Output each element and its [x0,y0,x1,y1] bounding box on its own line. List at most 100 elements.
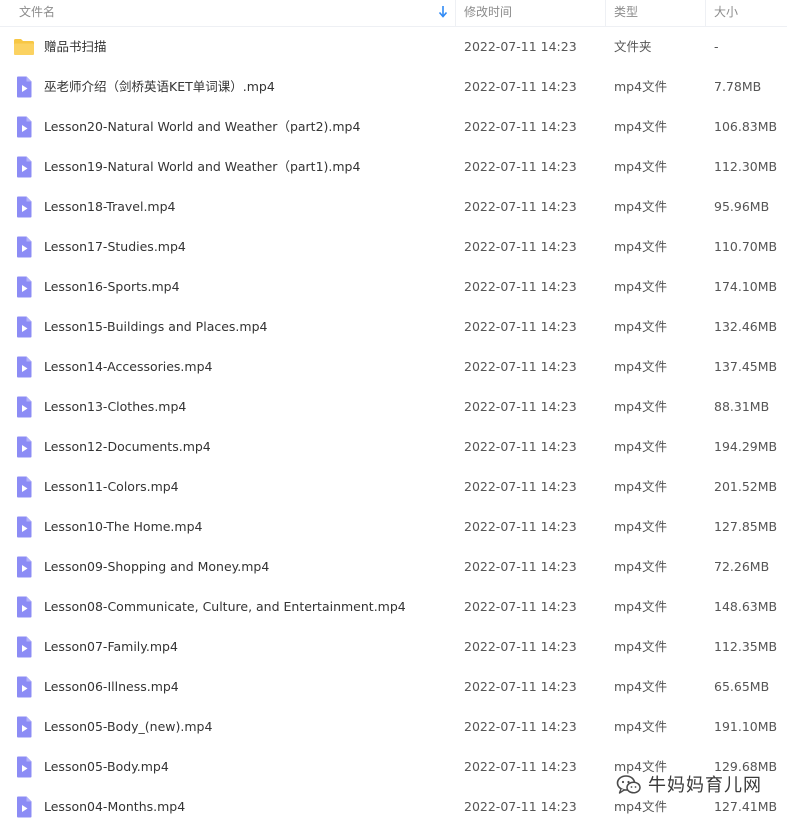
file-name: Lesson11-Colors.mp4 [44,479,179,494]
file-row[interactable]: Lesson15-Buildings and Places.mp4 2022-07… [0,307,787,347]
video-file-icon [17,556,32,578]
file-row[interactable]: Lesson12-Documents.mp4 2022-07-11 14:23 mp… [0,427,787,467]
sort-down-arrow-icon[interactable] [438,4,448,20]
file-size: 201.52MB [714,479,778,494]
folder-icon [14,39,34,55]
file-row[interactable]: Lesson19-Natural World and Weather（part1… [0,147,787,187]
file-type: mp4文件 [614,159,668,174]
column-header-type[interactable]: 类型 [614,0,638,26]
video-file-icon [17,796,32,818]
file-type: 文件夹 [614,39,652,54]
video-file-icon [17,156,32,178]
video-file-icon [17,596,32,618]
file-modified-date: 2022-07-11 14:23 [464,559,577,574]
file-modified-date: 2022-07-11 14:23 [464,199,577,214]
file-modified-date: 2022-07-11 14:23 [464,519,577,534]
file-type: mp4文件 [614,519,668,534]
file-type: mp4文件 [614,79,668,94]
file-list: 赠品书扫描 2022-07-11 14:23 文件夹 - 巫老师介绍（剑桥英语KET单词… [0,27,787,827]
file-modified-date: 2022-07-11 14:23 [464,759,577,774]
file-row[interactable]: Lesson06-Illness.mp4 2022-07-11 14:23 mp4文… [0,667,787,707]
video-file-icon [17,276,32,298]
column-header-name[interactable]: 文件名 [19,0,55,26]
column-header-size[interactable]: 大小 [714,0,738,26]
video-file-icon [17,396,32,418]
video-file-icon [17,316,32,338]
file-size: 132.46MB [714,319,778,334]
file-name: Lesson20-Natural World and Weather（part2… [44,119,361,134]
video-file-icon [17,436,32,458]
file-row[interactable]: Lesson07-Family.mp4 2022-07-11 14:23 mp4文件… [0,627,787,667]
file-size: 137.45MB [714,359,778,374]
file-name: Lesson12-Documents.mp4 [44,439,211,454]
video-file-icon [17,516,32,538]
file-size: 72.26MB [714,559,770,574]
file-name: Lesson17-Studies.mp4 [44,239,186,254]
file-modified-date: 2022-07-11 14:23 [464,439,577,454]
file-row[interactable]: Lesson11-Colors.mp4 2022-07-11 14:23 mp4文件… [0,467,787,507]
file-row[interactable]: Lesson09-Shopping and Money.mp4 2022-07-1… [0,547,787,587]
file-list-header: 文件名 修改时间 类型 大小 [0,0,787,27]
file-modified-date: 2022-07-11 14:23 [464,39,577,54]
file-row[interactable]: Lesson20-Natural World and Weather（part2… [0,107,787,147]
file-size: 174.10MB [714,279,778,294]
file-size: - [714,39,719,54]
file-size: 112.35MB [714,639,778,654]
file-row[interactable]: 巫老师介绍（剑桥英语KET单词课）.mp4 2022-07-11 14:23 mp4… [0,67,787,107]
file-size: 110.70MB [714,239,778,254]
file-type: mp4文件 [614,639,668,654]
file-row[interactable]: Lesson10-The Home.mp4 2022-07-11 14:23 mp4… [0,507,787,547]
video-file-icon [17,196,32,218]
watermark: 牛妈妈育儿网 [612,769,782,803]
column-divider[interactable] [455,0,456,26]
file-type: mp4文件 [614,319,668,334]
video-file-icon [17,716,32,738]
file-row[interactable]: Lesson16-Sports.mp4 2022-07-11 14:23 mp4文件… [0,267,787,307]
file-name: Lesson19-Natural World and Weather（part1… [44,159,361,174]
wechat-icon [616,775,641,794]
column-header-date[interactable]: 修改时间 [464,0,512,26]
file-modified-date: 2022-07-11 14:23 [464,119,577,134]
file-modified-date: 2022-07-11 14:23 [464,239,577,254]
file-size: 112.30MB [714,159,778,174]
file-row[interactable]: Lesson13-Clothes.mp4 2022-07-11 14:23 mp4文… [0,387,787,427]
file-name: Lesson10-The Home.mp4 [44,519,203,534]
file-type: mp4文件 [614,479,668,494]
video-file-icon [17,636,32,658]
file-modified-date: 2022-07-11 14:23 [464,359,577,374]
file-row[interactable]: 赠品书扫描 2022-07-11 14:23 文件夹 - [0,27,787,67]
file-modified-date: 2022-07-11 14:23 [464,319,577,334]
file-name: Lesson08-Communicate, Culture, and Enter… [44,599,406,614]
column-divider[interactable] [605,0,606,26]
file-row[interactable]: Lesson18-Travel.mp4 2022-07-11 14:23 mp4文件… [0,187,787,227]
file-name: Lesson15-Buildings and Places.mp4 [44,319,268,334]
file-size: 65.65MB [714,679,770,694]
file-type: mp4文件 [614,359,668,374]
file-modified-date: 2022-07-11 14:23 [464,799,577,814]
file-size: 95.96MB [714,199,770,214]
file-type: mp4文件 [614,279,668,294]
video-file-icon [17,756,32,778]
file-modified-date: 2022-07-11 14:23 [464,719,577,734]
file-name: Lesson06-Illness.mp4 [44,679,179,694]
file-type: mp4文件 [614,399,668,414]
file-name: Lesson14-Accessories.mp4 [44,359,213,374]
file-name: Lesson04-Months.mp4 [44,799,186,814]
file-type: mp4文件 [614,199,668,214]
file-size: 106.83MB [714,119,778,134]
file-type: mp4文件 [614,239,668,254]
file-modified-date: 2022-07-11 14:23 [464,479,577,494]
file-row[interactable]: Lesson17-Studies.mp4 2022-07-11 14:23 mp4文… [0,227,787,267]
file-size: 148.63MB [714,599,778,614]
column-divider[interactable] [705,0,706,26]
file-row[interactable]: Lesson14-Accessories.mp4 2022-07-11 14:23… [0,347,787,387]
file-row[interactable]: Lesson05-Body_(new).mp4 2022-07-11 14:23 m… [0,707,787,747]
file-type: mp4文件 [614,439,668,454]
file-modified-date: 2022-07-11 14:23 [464,599,577,614]
file-type: mp4文件 [614,119,668,134]
file-row[interactable]: Lesson08-Communicate, Culture, and Enter… [0,587,787,627]
file-modified-date: 2022-07-11 14:23 [464,679,577,694]
file-name: Lesson16-Sports.mp4 [44,279,180,294]
file-name: 巫老师介绍（剑桥英语KET单词课）.mp4 [44,79,275,94]
file-size: 7.78MB [714,79,762,94]
